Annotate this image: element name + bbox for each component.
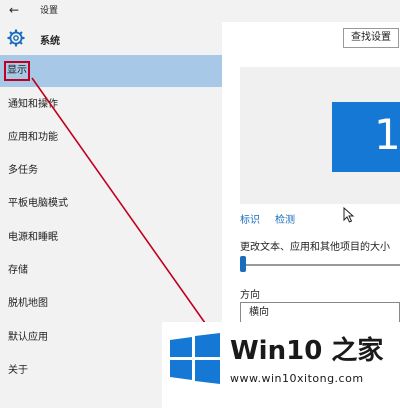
sidebar-item-label: 关于	[8, 365, 28, 376]
sidebar-item-tablet-mode[interactable]: 平板电脑模式	[0, 188, 222, 220]
watermark-brand: Win10 之家	[230, 336, 384, 366]
sidebar-item-notifications[interactable]: 通知和操作	[0, 89, 222, 121]
sidebar-item-label: 脱机地图	[8, 298, 48, 309]
sidebar-item-storage[interactable]: 存储	[0, 255, 222, 287]
window-title: 设置	[40, 6, 59, 16]
sidebar-item-label: 通知和操作	[8, 99, 58, 110]
monitor-tile[interactable]: 1	[332, 102, 400, 172]
search-settings-button[interactable]: 查找设置	[343, 28, 399, 48]
display-preview: 1	[240, 67, 400, 204]
sidebar-item-apps-features[interactable]: 应用和功能	[0, 122, 222, 154]
orientation-select[interactable]: 横向	[240, 302, 400, 324]
watermark: Win10 之家 www.win10xitong.com	[162, 322, 400, 408]
sidebar-item-label: 存储	[8, 265, 28, 276]
title-bar: ← 设置	[0, 0, 400, 22]
watermark-url: www.win10xitong.com	[230, 372, 364, 385]
sidebar-item-label: 默认应用	[8, 332, 48, 343]
sidebar-item-multitasking[interactable]: 多任务	[0, 155, 222, 187]
sidebar-item-label: 平板电脑模式	[8, 198, 68, 209]
sidebar-item-label: 电源和睡眠	[8, 232, 58, 243]
orientation-value: 横向	[249, 307, 269, 318]
system-header: 系统	[0, 28, 222, 52]
scale-slider-track[interactable]	[240, 264, 400, 266]
scale-label: 更改文本、应用和其他项目的大小	[240, 242, 390, 253]
detect-link[interactable]: 检测	[275, 211, 295, 226]
sidebar-item-display[interactable]: 显示	[0, 55, 222, 87]
orientation-label: 方向	[240, 290, 260, 301]
sidebar-item-label: 显示	[4, 61, 30, 81]
mouse-cursor-icon	[343, 207, 355, 223]
identify-link[interactable]: 标识	[240, 211, 260, 226]
sidebar-item-offline-maps[interactable]: 脱机地图	[0, 288, 222, 320]
gear-icon	[7, 29, 25, 47]
system-title: 系统	[40, 36, 60, 47]
windows-logo-icon	[170, 333, 220, 384]
sidebar-item-label: 应用和功能	[8, 132, 58, 143]
back-arrow-icon[interactable]: ←	[9, 2, 23, 18]
monitor-number: 1	[374, 110, 400, 159]
sidebar-item-power-sleep[interactable]: 电源和睡眠	[0, 222, 222, 254]
sidebar-item-label: 多任务	[8, 165, 38, 176]
scale-slider-thumb[interactable]	[240, 256, 246, 272]
